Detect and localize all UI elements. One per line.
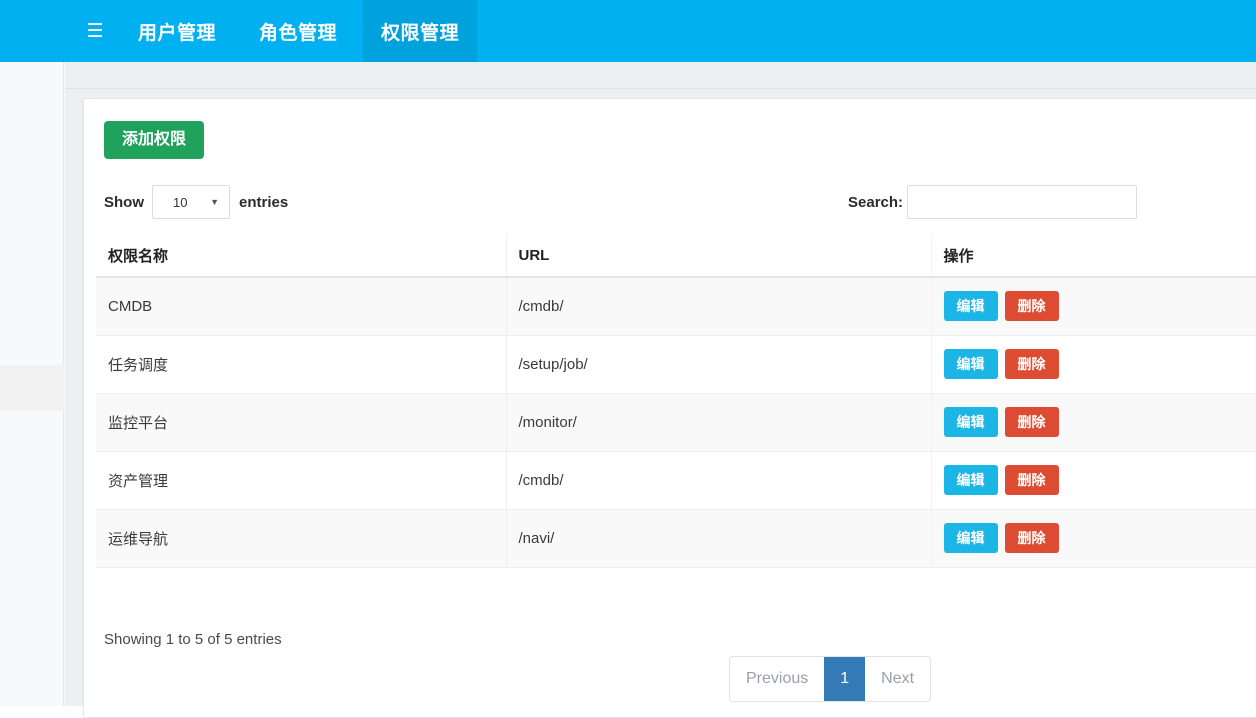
column-header-actions[interactable]: 操作 bbox=[931, 235, 1256, 278]
edit-button[interactable]: 编辑 bbox=[943, 407, 998, 437]
add-permission-button[interactable]: 添加权限 bbox=[104, 121, 205, 159]
entries-label: entries bbox=[239, 193, 289, 211]
hamburger-icon[interactable]: ☰ bbox=[78, 0, 112, 62]
edit-button[interactable]: 编辑 bbox=[943, 465, 998, 495]
cell-actions: 编辑 删除 bbox=[931, 393, 1256, 452]
show-label: Show bbox=[104, 193, 144, 211]
search-input[interactable] bbox=[907, 185, 1138, 219]
datatable-info: Showing 1 to 5 of 5 entries bbox=[104, 631, 282, 648]
cell-permission-url: /monitor/ bbox=[506, 393, 932, 452]
table-body: CMDB /cmdb/ 编辑 删除 任务调度 /setup/job/ 编辑 删除… bbox=[96, 277, 1256, 568]
entries-per-page-select[interactable]: 10 ▼ bbox=[152, 185, 230, 219]
nav-item-label: 角色管理 bbox=[259, 22, 338, 44]
content-top-strip bbox=[65, 62, 1256, 89]
chevron-down-icon: ▼ bbox=[210, 197, 219, 207]
delete-button[interactable]: 删除 bbox=[1004, 465, 1059, 495]
sidebar-highlight-band bbox=[0, 365, 64, 410]
cell-permission-url: /cmdb/ bbox=[506, 277, 932, 336]
sidebar-rail bbox=[0, 62, 64, 706]
pagination: Previous 1 Next bbox=[729, 656, 932, 702]
cell-permission-name: 资产管理 bbox=[96, 451, 507, 510]
edit-button[interactable]: 编辑 bbox=[943, 291, 998, 322]
cell-permission-url: /navi/ bbox=[506, 509, 932, 568]
nav-item-user-management[interactable]: 用户管理 bbox=[120, 0, 234, 62]
nav-item-label: 权限管理 bbox=[381, 22, 460, 44]
table-row: 资产管理 /cmdb/ 编辑 删除 bbox=[96, 451, 1256, 510]
content-area: 添加权限 Show 10 ▼ entries Search: 权限名称 URL bbox=[65, 62, 1256, 718]
top-navbar: ☰ 用户管理 角色管理 权限管理 bbox=[0, 0, 1256, 62]
cell-permission-name: 监控平台 bbox=[96, 393, 507, 452]
cell-permission-url: /setup/job/ bbox=[506, 335, 932, 394]
entries-per-page-value: 10 bbox=[173, 194, 188, 210]
table-row: 监控平台 /monitor/ 编辑 删除 bbox=[96, 393, 1256, 452]
cell-permission-name: 任务调度 bbox=[96, 335, 507, 394]
permissions-table: 权限名称 URL 操作 CMDB /cmdb/ 编辑 删除 任务调度 /setu… bbox=[96, 235, 1256, 568]
nav-item-label: 用户管理 bbox=[138, 22, 217, 44]
nav-item-role-management[interactable]: 角色管理 bbox=[241, 0, 355, 62]
column-header-url[interactable]: URL bbox=[506, 235, 932, 278]
pagination-next[interactable]: Next bbox=[865, 657, 931, 701]
table-header: 权限名称 URL 操作 bbox=[96, 235, 1256, 278]
cell-permission-url: /cmdb/ bbox=[506, 451, 932, 510]
delete-button[interactable]: 删除 bbox=[1004, 407, 1059, 437]
delete-button[interactable]: 删除 bbox=[1004, 349, 1059, 379]
datatable-search-control: Search: bbox=[848, 185, 1138, 219]
search-label: Search: bbox=[848, 193, 904, 211]
nav-item-permission-management[interactable]: 权限管理 bbox=[363, 0, 478, 62]
pagination-page-1[interactable]: 1 bbox=[824, 657, 866, 701]
edit-button[interactable]: 编辑 bbox=[943, 349, 998, 379]
cell-permission-name: 运维导航 bbox=[96, 509, 507, 568]
cell-actions: 编辑 删除 bbox=[931, 451, 1256, 510]
column-header-name[interactable]: 权限名称 bbox=[96, 235, 507, 278]
table-row: 任务调度 /setup/job/ 编辑 删除 bbox=[96, 335, 1256, 394]
cell-actions: 编辑 删除 bbox=[931, 277, 1256, 336]
permission-card: 添加权限 Show 10 ▼ entries Search: 权限名称 URL bbox=[83, 98, 1256, 718]
pagination-previous[interactable]: Previous bbox=[730, 657, 825, 701]
page-body: 添加权限 Show 10 ▼ entries Search: 权限名称 URL bbox=[0, 62, 1256, 718]
cell-actions: 编辑 删除 bbox=[931, 509, 1256, 568]
cell-permission-name: CMDB bbox=[96, 277, 507, 336]
cell-actions: 编辑 删除 bbox=[931, 335, 1256, 394]
table-header-row: 权限名称 URL 操作 bbox=[96, 235, 1256, 278]
table-row: CMDB /cmdb/ 编辑 删除 bbox=[96, 277, 1256, 336]
datatable-length-control: Show 10 ▼ entries bbox=[104, 185, 288, 219]
delete-button[interactable]: 删除 bbox=[1004, 523, 1059, 553]
delete-button[interactable]: 删除 bbox=[1004, 291, 1059, 322]
edit-button[interactable]: 编辑 bbox=[943, 523, 998, 553]
table-row: 运维导航 /navi/ 编辑 删除 bbox=[96, 509, 1256, 568]
